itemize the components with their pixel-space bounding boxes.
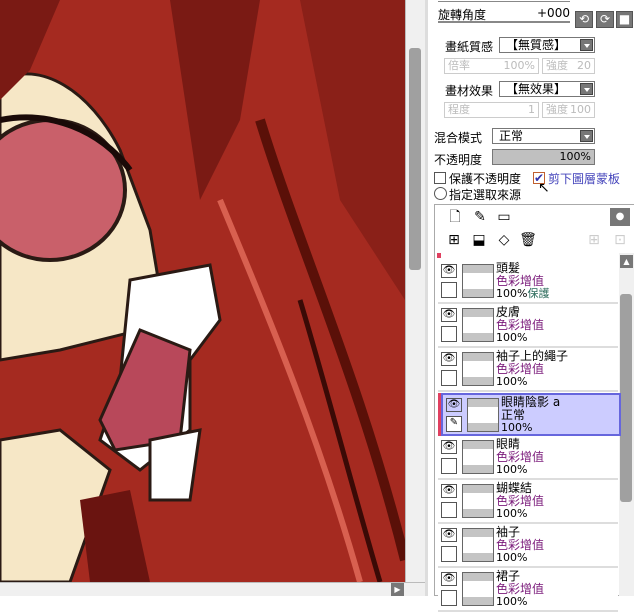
clip-toggle[interactable] xyxy=(441,282,457,298)
chevron-down-icon xyxy=(580,39,593,51)
eye-icon[interactable]: 👁 xyxy=(441,484,457,498)
layer-scroll-thumb[interactable] xyxy=(620,294,632,502)
layer-opacity: 100% xyxy=(496,375,528,388)
paper-strength-field: 強度 20 xyxy=(542,58,595,74)
slider-track xyxy=(438,1,570,2)
eye-icon[interactable]: 👁 xyxy=(441,264,457,278)
effect-select[interactable]: 【無效果】 xyxy=(499,81,595,97)
merge-icon: ⊞ xyxy=(588,232,600,248)
layer-opacity: 100% xyxy=(496,551,528,564)
layer-item[interactable]: 👁 蝴蝶結 色彩增值 100% xyxy=(438,481,618,524)
opacity-label: 不透明度 xyxy=(434,153,483,167)
layer-item[interactable]: 👁 眼睛 色彩增值 100% xyxy=(438,437,618,480)
layer-thumbnail xyxy=(467,398,499,432)
layer-opacity: 100% xyxy=(496,331,528,344)
rotate-ccw-button[interactable]: ⟲ xyxy=(575,11,593,28)
layer-thumbnail xyxy=(462,308,494,342)
layer-scroll-up[interactable]: ▲ xyxy=(620,255,633,268)
layer-item[interactable]: 👁 ✎ 眼睛陰影 a 正常 100% xyxy=(441,393,621,436)
clip-toggle[interactable] xyxy=(441,546,457,562)
selection-source-radio[interactable] xyxy=(434,187,447,200)
rotation-slider[interactable] xyxy=(438,21,570,23)
reset-rotation-button[interactable]: ■ xyxy=(616,11,633,28)
layer-thumbnail xyxy=(462,264,494,298)
opacity-value: 100% xyxy=(559,150,591,163)
merge-down-icon[interactable]: ⬓ xyxy=(469,231,489,249)
layer-item[interactable]: 👁 袖子上的繩子 色彩增值 100% xyxy=(438,349,618,392)
new-vector-layer-icon[interactable]: ✎ xyxy=(470,208,490,226)
layer-item[interactable]: 👁 皮膚 色彩增值 100% xyxy=(438,305,618,348)
horizontal-scrollbar[interactable] xyxy=(0,582,425,596)
preserve-opacity-label: 保護不透明度 xyxy=(449,172,522,186)
clip-toggle[interactable] xyxy=(441,502,457,518)
rotate-cw-button[interactable]: ⟳ xyxy=(596,11,614,28)
selection-source-label: 指定選取來源 xyxy=(449,188,522,202)
layer-opacity: 100% xyxy=(496,463,528,476)
paper-texture-select[interactable]: 【無質感】 xyxy=(499,37,595,53)
layer-item[interactable]: 👁 裙子 色彩增值 100% xyxy=(438,569,618,612)
effect-value: 【無效果】 xyxy=(506,82,567,96)
drawing-canvas[interactable] xyxy=(0,0,405,582)
paper-texture-value: 【無質感】 xyxy=(506,38,567,52)
protect-label: 保護 xyxy=(527,287,550,300)
clip-toggle[interactable] xyxy=(441,326,457,342)
blend-mode-select[interactable]: 正常 xyxy=(492,128,595,144)
layer-thumbnail xyxy=(462,484,494,518)
clip-toggle[interactable] xyxy=(441,458,457,474)
layer-item[interactable]: 👁 袖子 色彩增值 100% xyxy=(438,525,618,568)
effect-strength-field: 強度 100 xyxy=(542,102,595,118)
blend-mode-label: 混合模式 xyxy=(434,131,483,145)
eye-icon[interactable]: 👁 xyxy=(446,398,462,412)
layer-thumbnail xyxy=(462,528,494,562)
brush-icon[interactable]: ✎ xyxy=(446,416,462,432)
mask-icon[interactable]: ● xyxy=(610,208,630,226)
clear-layer-icon[interactable]: ◇ xyxy=(494,231,514,249)
scroll-right-button[interactable]: ▶ xyxy=(391,583,404,596)
layer-opacity: 100%保護 xyxy=(496,287,550,300)
opacity-slider[interactable]: 100% xyxy=(492,149,595,165)
degree-field: 程度 1 xyxy=(444,102,539,118)
mouse-cursor-icon: ↖ xyxy=(538,180,550,196)
new-layer-icon[interactable]: 🗋 xyxy=(445,208,465,226)
clip-toggle[interactable] xyxy=(441,370,457,386)
paper-texture-label: 畫紙質感 xyxy=(445,40,494,54)
layer-opacity: 100% xyxy=(501,421,533,434)
layer-item[interactable]: 👁 頭髮 色彩增值 100%保護 xyxy=(438,261,618,304)
vertical-scroll-thumb[interactable] xyxy=(409,48,421,270)
layer-thumbnail xyxy=(462,352,494,386)
layer-opacity: 100% xyxy=(496,595,528,608)
chevron-down-icon xyxy=(580,83,593,95)
layer-thumbnail xyxy=(462,572,494,606)
new-folder-icon[interactable]: ▭ xyxy=(494,208,514,226)
layer-thumbnail xyxy=(462,440,494,474)
blend-mode-value: 正常 xyxy=(499,129,524,143)
chevron-down-icon xyxy=(580,130,593,142)
active-layer-marker xyxy=(438,393,441,436)
rotation-value: +000 xyxy=(537,6,570,20)
artwork xyxy=(0,0,405,582)
copy-layer-icon[interactable]: ⊞ xyxy=(444,231,464,249)
merge-visible-icon: ⊡ xyxy=(614,232,626,248)
scale-field: 倍率 100% xyxy=(444,58,539,74)
eye-icon[interactable]: 👁 xyxy=(441,352,457,366)
eye-icon[interactable]: 👁 xyxy=(441,572,457,586)
layer-opacity: 100% xyxy=(496,507,528,520)
eye-icon[interactable]: 👁 xyxy=(441,528,457,542)
layer-marker xyxy=(437,253,441,258)
eye-icon[interactable]: 👁 xyxy=(441,440,457,454)
effect-label: 畫材效果 xyxy=(445,84,494,98)
preserve-opacity-checkbox[interactable] xyxy=(434,172,446,184)
clip-toggle[interactable] xyxy=(441,590,457,606)
eye-icon[interactable]: 👁 xyxy=(441,308,457,322)
delete-layer-icon[interactable]: 🗑 xyxy=(518,231,538,249)
clipping-label: 剪下圖層蒙板 xyxy=(548,172,621,186)
